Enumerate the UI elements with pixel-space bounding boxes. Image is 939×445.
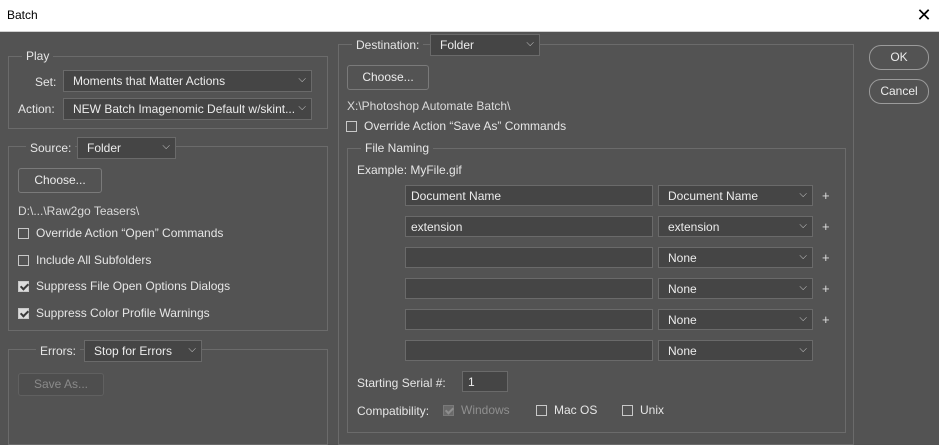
destination-path: X:\Photoshop Automate Batch\ — [347, 99, 511, 113]
macos-label: Mac OS — [554, 403, 598, 417]
chevron-down-icon: ⌵ — [162, 141, 170, 152]
chevron-down-icon: ⌵ — [799, 282, 807, 293]
play-legend: Play — [22, 49, 54, 63]
errors-label: Errors: — [36, 344, 80, 358]
chevron-down-icon: ⌵ — [526, 38, 534, 49]
chevron-down-icon: ⌵ — [799, 220, 807, 231]
chevron-down-icon: ⌵ — [188, 344, 196, 355]
source-path: D:\...\Raw2go Teasers\ — [18, 204, 140, 218]
errors-group — [8, 349, 328, 445]
chevron-down-icon: ⌵ — [799, 251, 807, 262]
action-label: Action: — [18, 102, 55, 116]
cancel-button[interactable]: Cancel — [869, 79, 929, 104]
add-row-button[interactable]: + — [822, 219, 830, 234]
naming-text-1[interactable]: Document Name — [405, 185, 653, 206]
set-select-value: Moments that Matter Actions — [73, 74, 226, 88]
naming-text-5[interactable] — [405, 309, 653, 330]
naming-select-5-value: None — [668, 313, 697, 327]
compatibility-label: Compatibility: — [357, 404, 430, 418]
suppress-open-label: Suppress File Open Options Dialogs — [36, 279, 231, 293]
naming-select-3[interactable]: None ⌵ — [658, 247, 813, 268]
close-icon[interactable]: ✕ — [912, 3, 936, 27]
serial-input[interactable]: 1 — [462, 371, 508, 392]
add-row-button[interactable]: + — [822, 312, 830, 327]
chevron-down-icon: ⌵ — [298, 74, 306, 85]
ok-button[interactable]: OK — [869, 45, 929, 70]
windows-label: Windows — [461, 403, 510, 417]
suppress-color-checkbox[interactable] — [18, 308, 29, 319]
override-save-checkbox[interactable] — [346, 121, 357, 132]
naming-select-2[interactable]: extension ⌵ — [658, 216, 813, 237]
destination-select-value: Folder — [440, 38, 475, 52]
macos-checkbox[interactable] — [536, 405, 547, 416]
source-choose-button[interactable]: Choose... — [18, 168, 102, 193]
include-subfolders-label: Include All Subfolders — [36, 253, 152, 267]
source-select[interactable]: Folder ⌵ — [77, 137, 176, 159]
naming-select-6[interactable]: None ⌵ — [658, 340, 813, 361]
naming-text-4[interactable] — [405, 278, 653, 299]
naming-select-5[interactable]: None ⌵ — [658, 309, 813, 330]
chevron-down-icon: ⌵ — [799, 313, 807, 324]
unix-checkbox[interactable] — [622, 405, 633, 416]
naming-select-1-value: Document Name — [668, 189, 759, 203]
source-select-value: Folder — [87, 141, 122, 155]
action-select[interactable]: NEW Batch Imagenomic Default w/skint... … — [63, 98, 312, 120]
naming-select-2-value: extension — [668, 220, 720, 234]
set-label: Set: — [35, 75, 57, 89]
windows-checkbox[interactable] — [443, 405, 454, 416]
title-bar: Batch ✕ — [0, 0, 939, 32]
action-select-value: NEW Batch Imagenomic Default w/skint... — [73, 102, 296, 116]
add-row-button[interactable]: + — [822, 250, 830, 265]
set-select[interactable]: Moments that Matter Actions ⌵ — [63, 70, 312, 92]
suppress-open-checkbox[interactable] — [18, 281, 29, 292]
naming-select-4-value: None — [668, 282, 697, 296]
add-row-button[interactable]: + — [822, 281, 830, 296]
file-naming-legend: File Naming — [361, 141, 434, 155]
add-row-button[interactable]: + — [822, 188, 830, 203]
serial-label: Starting Serial #: — [357, 376, 446, 390]
destination-choose-button[interactable]: Choose... — [347, 65, 429, 90]
unix-label: Unix — [640, 403, 665, 417]
chevron-down-icon: ⌵ — [799, 344, 807, 355]
naming-text-6[interactable] — [405, 340, 653, 361]
include-subfolders-checkbox[interactable] — [18, 255, 29, 266]
naming-select-6-value: None — [668, 344, 697, 358]
suppress-color-label: Suppress Color Profile Warnings — [36, 306, 210, 320]
window-title: Batch — [7, 8, 38, 22]
naming-text-3[interactable] — [405, 247, 653, 268]
naming-select-4[interactable]: None ⌵ — [658, 278, 813, 299]
destination-select[interactable]: Folder ⌵ — [430, 34, 540, 56]
chevron-down-icon: ⌵ — [799, 189, 807, 200]
override-open-checkbox[interactable] — [18, 228, 29, 239]
errors-select[interactable]: Stop for Errors ⌵ — [84, 340, 202, 362]
source-label: Source: — [26, 141, 76, 155]
naming-select-1[interactable]: Document Name ⌵ — [658, 185, 813, 206]
naming-text-2[interactable]: extension — [405, 216, 653, 237]
naming-example: Example: MyFile.gif — [357, 163, 462, 177]
chevron-down-icon: ⌵ — [298, 102, 306, 113]
errors-select-value: Stop for Errors — [94, 344, 173, 358]
save-as-button[interactable]: Save As... — [18, 373, 104, 396]
destination-label: Destination: — [352, 38, 424, 52]
override-save-label: Override Action “Save As” Commands — [364, 119, 567, 133]
override-open-label: Override Action “Open” Commands — [36, 226, 224, 240]
naming-select-3-value: None — [668, 251, 697, 265]
